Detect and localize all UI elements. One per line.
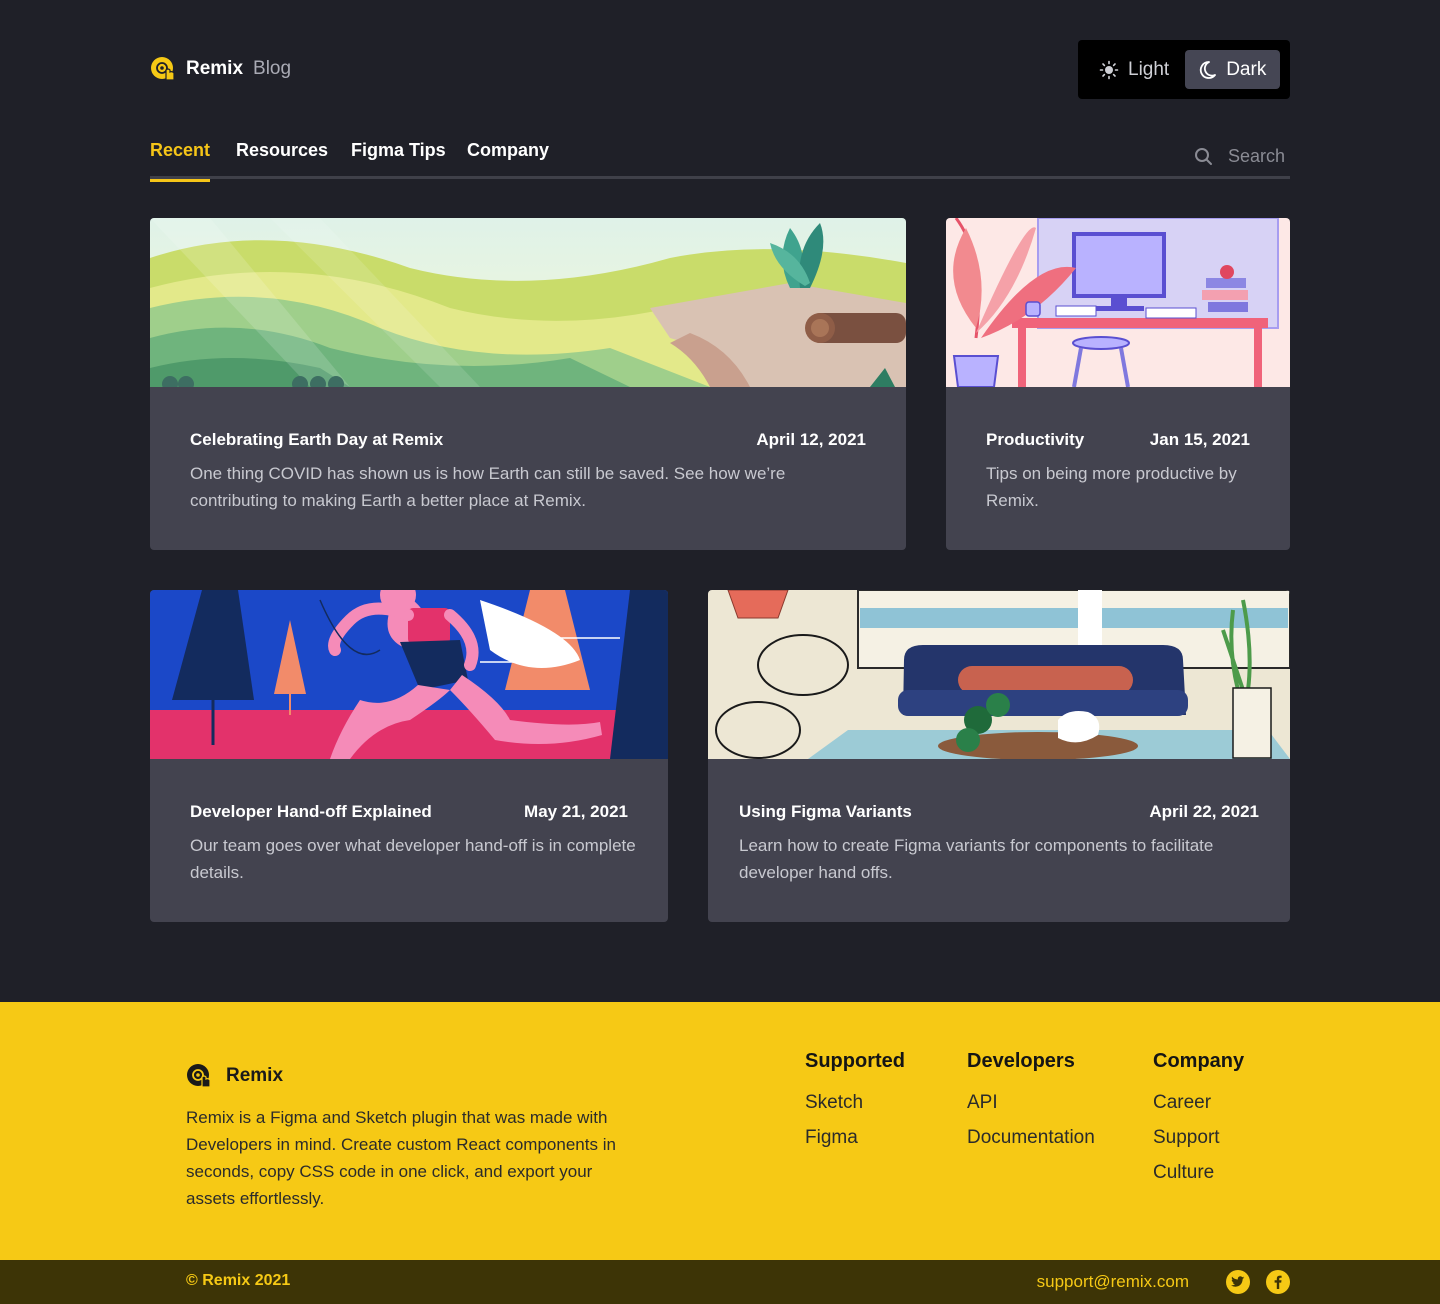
light-theme-button[interactable]: Light (1095, 50, 1185, 89)
light-theme-label: Light (1128, 58, 1170, 80)
copyright: © Remix 2021 (186, 1272, 291, 1289)
footer-link-culture[interactable]: Culture (1153, 1155, 1244, 1190)
dark-theme-label: Dark (1226, 58, 1267, 80)
tab-resources[interactable]: Resources (236, 140, 328, 179)
post-date: April 12, 2021 (756, 430, 866, 449)
footer-link-figma[interactable]: Figma (805, 1120, 905, 1155)
post-description: Our team goes over what developer hand-o… (190, 836, 636, 882)
post-date: April 22, 2021 (1149, 802, 1259, 821)
post-date: Jan 15, 2021 (1149, 430, 1250, 449)
post-title: Productivity (986, 430, 1085, 449)
footer-brand-name: Remix (226, 1065, 284, 1086)
footer-description: Remix is a Figma and Sketch plugin that … (186, 1108, 616, 1208)
remix-logo-icon (187, 1064, 211, 1088)
site-footer: Remix Remix is a Figma and Sketch plugin… (0, 1002, 1440, 1260)
brand-subtitle: Blog (253, 58, 292, 79)
footer-link-career[interactable]: Career (1153, 1085, 1244, 1120)
post-description: One thing COVID has shown us is how Eart… (190, 464, 786, 510)
post-image-earth-day (150, 218, 906, 387)
search-icon (1195, 148, 1212, 165)
remix-logo-icon (151, 57, 175, 81)
site-header: Remix Blog Light Dark (150, 40, 1290, 99)
post-title: Using Figma Variants (739, 802, 912, 821)
brand[interactable]: Remix Blog (150, 56, 291, 82)
footer-column-developers: Developers API Documentation (967, 1050, 1095, 1155)
search-input[interactable] (1228, 146, 1290, 167)
support-email-link[interactable]: support@remix.com (1037, 1272, 1189, 1292)
footer-link-documentation[interactable]: Documentation (967, 1120, 1095, 1155)
footer-column-company: Company Career Support Culture (1153, 1050, 1244, 1190)
footer-link-support[interactable]: Support (1153, 1120, 1244, 1155)
facebook-icon[interactable] (1266, 1270, 1290, 1294)
moon-icon (1200, 60, 1217, 79)
post-description: Tips on being more productive by Remix. (986, 464, 1237, 510)
footer-link-sketch[interactable]: Sketch (805, 1085, 905, 1120)
category-nav: Recent Resources Figma Tips Company (150, 138, 1290, 182)
post-title: Developer Hand-off Explained (190, 802, 432, 821)
footer-column-title: Company (1153, 1050, 1245, 1072)
footer-link-api[interactable]: API (967, 1085, 1095, 1120)
tab-figma-tips[interactable]: Figma Tips (351, 140, 446, 179)
brand-name: Remix (186, 58, 244, 79)
post-card-developer-handoff[interactable]: Developer Hand-off Explained May 21, 202… (150, 590, 668, 922)
post-card-productivity[interactable]: Productivity Jan 15, 2021 Tips on being … (946, 218, 1290, 550)
footer-bottom-bar: © Remix 2021 support@remix.com (0, 1260, 1440, 1304)
post-card-figma-variants[interactable]: Using Figma Variants April 22, 2021 Lear… (708, 590, 1290, 922)
footer-column-title: Supported (805, 1050, 905, 1072)
footer-brand[interactable]: Remix (186, 1063, 283, 1089)
post-date: May 21, 2021 (524, 802, 628, 821)
post-description: Learn how to create Figma variants for c… (739, 836, 1214, 882)
footer-column-title: Developers (967, 1050, 1075, 1072)
dark-theme-button[interactable]: Dark (1185, 50, 1281, 89)
tab-recent[interactable]: Recent (150, 140, 211, 182)
theme-toggle: Light Dark (1078, 40, 1290, 99)
post-card-earth-day[interactable]: Celebrating Earth Day at Remix April 12,… (150, 218, 906, 550)
tab-company[interactable]: Company (467, 140, 549, 179)
post-image-figma-variants (708, 590, 1290, 759)
twitter-icon[interactable] (1226, 1270, 1250, 1294)
footer-column-supported: Supported Sketch Figma (805, 1050, 905, 1155)
sun-icon (1099, 60, 1119, 79)
search-box[interactable] (1194, 146, 1290, 167)
post-image-developer-handoff (150, 590, 668, 759)
post-image-productivity (946, 218, 1290, 387)
post-title: Celebrating Earth Day at Remix (190, 430, 444, 449)
